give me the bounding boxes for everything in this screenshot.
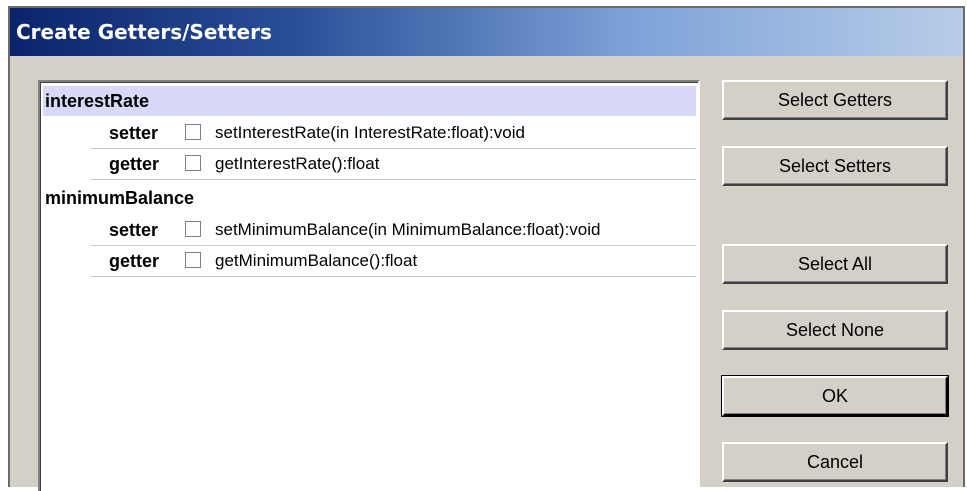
group-label: minimumBalance [45,188,195,208]
item-kind-label: getter [109,154,160,174]
list-item-setter-minimumbalance[interactable]: setter setMinimumBalance(in MinimumBalan… [91,215,696,246]
ok-button[interactable]: OK [721,375,949,417]
setinterestrate-checkbox[interactable] [185,124,201,140]
cancel-button[interactable]: Cancel [722,442,948,482]
item-signature: getMinimumBalance():float [215,251,418,270]
dialog-title: Create Getters/Setters [16,20,272,44]
title-bar[interactable]: Create Getters/Setters [10,8,963,56]
group-row-minimumbalance[interactable]: minimumBalance [43,183,696,213]
select-all-button[interactable]: Select All [722,244,948,284]
getter-setter-list[interactable]: interestRate setter setInterestRate(in I… [38,80,700,491]
list-item-getter-interestrate[interactable]: getter getInterestRate():float [91,149,696,180]
item-kind-label: setter [109,220,159,240]
item-kind-label: getter [109,251,160,271]
group-row-interestrate[interactable]: interestRate [43,86,696,116]
list-item-getter-minimumbalance[interactable]: getter getMinimumBalance():float [91,246,696,277]
select-getters-button[interactable]: Select Getters [722,80,948,120]
item-signature: setInterestRate(in InterestRate:float):v… [215,123,525,142]
setminimumbalance-checkbox[interactable] [185,221,201,237]
getinterestrate-checkbox[interactable] [185,155,201,171]
dialog-window: Create Getters/Setters interestRate sett… [8,6,965,491]
select-setters-button[interactable]: Select Setters [722,146,948,186]
item-signature: getInterestRate():float [215,154,380,173]
list-item-setter-interestrate[interactable]: setter setInterestRate(in InterestRate:f… [91,118,696,149]
group-label: interestRate [45,91,150,111]
select-none-button[interactable]: Select None [722,310,948,350]
getminimumbalance-checkbox[interactable] [185,252,201,268]
item-kind-label: setter [109,123,159,143]
item-signature: setMinimumBalance(in MinimumBalance:floa… [215,220,601,239]
